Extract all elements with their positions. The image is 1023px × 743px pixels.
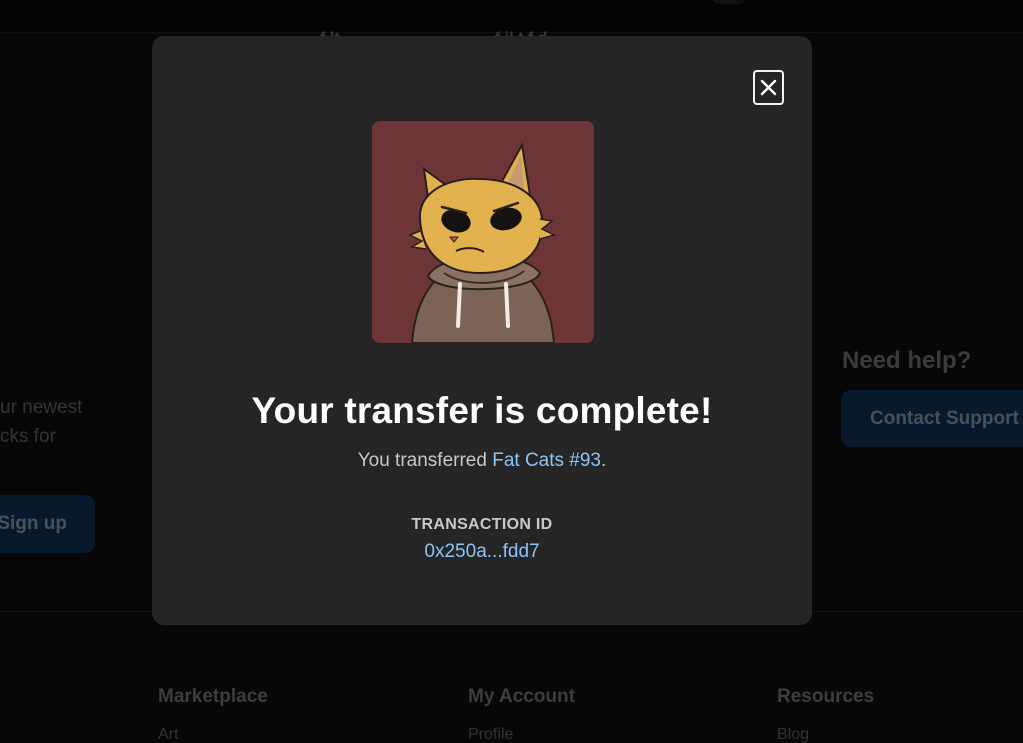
transfer-complete-modal: Your transfer is complete! You transferr… [152,36,812,625]
modal-subtitle: You transferred Fat Cats #93. [152,450,812,472]
modal-title: Your transfer is complete! [251,390,713,431]
nft-image [372,121,594,343]
transaction-id-link[interactable]: 0x250a...fdd7 [152,541,812,563]
subtitle-suffix: . [601,450,607,471]
close-icon [760,79,777,96]
subtitle-prefix: You transferred [357,450,493,471]
transaction-id-label: TRANSACTION ID [411,516,553,533]
fat-cat-icon [372,121,594,343]
page: f lt f il t f d ur newest cks for Sign u… [0,0,1023,743]
nft-name-link[interactable]: Fat Cats #93 [492,450,601,471]
close-button[interactable] [753,70,784,105]
